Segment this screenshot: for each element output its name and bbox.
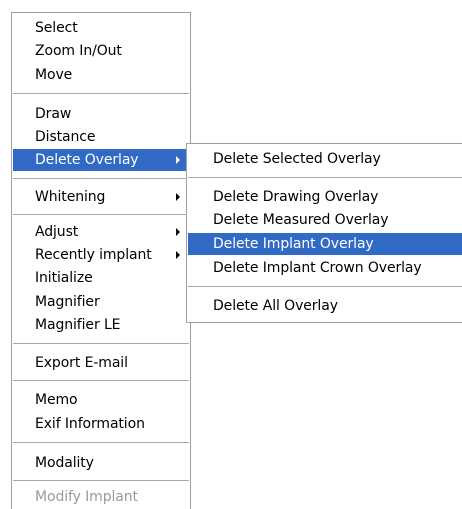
menu-separator [13,93,189,94]
menu-separator [13,442,189,443]
menu-item-whitening[interactable]: Whitening [13,186,189,208]
submenu-arrow-icon [176,156,180,164]
submenu-item-delete-selected-overlay[interactable]: Delete Selected Overlay [188,148,462,170]
menu-item-recently-implant-label: Recently implant [35,247,152,263]
menu-separator [13,178,189,179]
submenu-item-delete-drawing-overlay[interactable]: Delete Drawing Overlay [188,186,462,208]
menu-item-whitening-label: Whitening [35,189,106,205]
menu-item-adjust[interactable]: Adjust [13,221,189,243]
submenu-separator [188,177,462,178]
menu-item-modify-implant: Modify Implant [35,489,138,505]
menu-item-recently-implant[interactable]: Recently implant [13,244,189,266]
submenu-item-delete-implant-crown-overlay[interactable]: Delete Implant Crown Overlay [188,257,462,279]
submenu-arrow-icon [176,228,180,236]
submenu-separator [188,286,462,287]
menu-item-draw[interactable]: Draw [13,103,189,125]
menu-item-memo[interactable]: Memo [13,389,189,411]
menu-item-move[interactable]: Move [13,64,189,86]
menu-item-modality[interactable]: Modality [13,452,189,474]
menu-item-initialize[interactable]: Initialize [13,267,189,289]
menu-item-adjust-label: Adjust [35,224,79,240]
submenu-arrow-icon [176,251,180,259]
context-menu: Select Zoom In/Out Move Draw Distance De… [11,12,191,509]
submenu-item-delete-all-overlay[interactable]: Delete All Overlay [188,295,462,317]
menu-item-zoom[interactable]: Zoom In/Out [13,40,189,62]
delete-overlay-submenu: Delete Selected Overlay Delete Drawing O… [186,143,462,323]
menu-separator [13,380,189,381]
menu-separator [13,214,189,215]
menu-item-select[interactable]: Select [13,17,189,39]
submenu-item-delete-implant-overlay[interactable]: Delete Implant Overlay [188,233,462,255]
menu-item-magnifier[interactable]: Magnifier [13,291,189,313]
menu-item-magnifier-le[interactable]: Magnifier LE [13,314,189,336]
menu-item-distance[interactable]: Distance [13,126,189,148]
submenu-arrow-icon [176,193,180,201]
menu-item-export-email[interactable]: Export E-mail [13,352,189,374]
menu-separator [13,343,189,344]
menu-item-delete-overlay[interactable]: Delete Overlay [13,149,189,171]
menu-separator [13,480,189,481]
menu-item-exif-information[interactable]: Exif Information [13,413,189,435]
menu-item-delete-overlay-label: Delete Overlay [35,152,139,168]
submenu-item-delete-measured-overlay[interactable]: Delete Measured Overlay [188,209,462,231]
